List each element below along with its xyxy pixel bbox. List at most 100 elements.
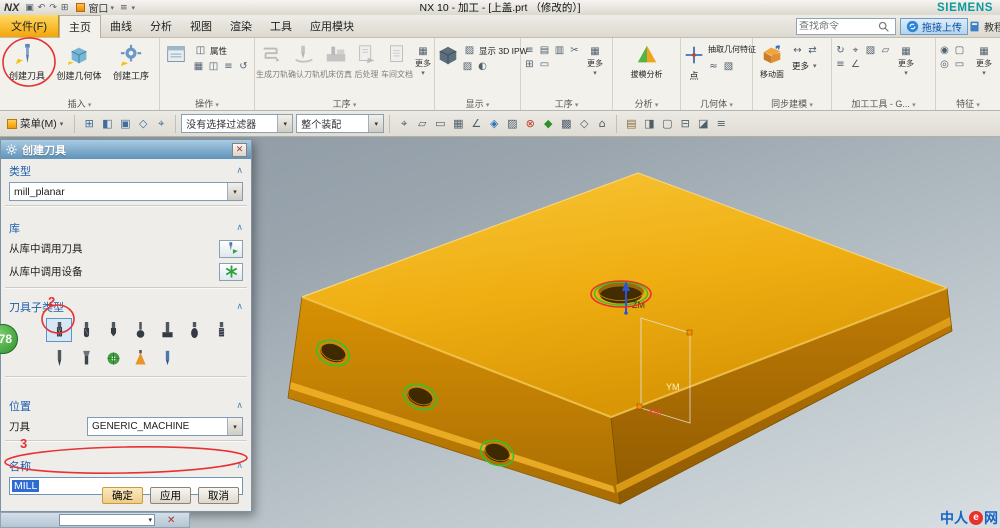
tab-analysis[interactable]: 分析 bbox=[141, 15, 181, 37]
group-label-insert[interactable]: 插入 bbox=[0, 97, 159, 110]
cancel-button[interactable]: 取消 bbox=[198, 487, 239, 504]
hole-icon[interactable]: ◉ bbox=[937, 43, 952, 57]
iso-view-icon[interactable]: ◪ bbox=[694, 115, 712, 133]
levels-icon[interactable]: ≡ bbox=[833, 57, 848, 71]
synchronous-more-button[interactable]: 更多 ▾ bbox=[790, 58, 823, 73]
list-icon[interactable]: ≡ bbox=[522, 43, 537, 57]
half-shade-icon[interactable]: ◨ bbox=[640, 115, 658, 133]
print-icon[interactable]: ⊞ bbox=[61, 3, 69, 13]
angle-snap-icon[interactable]: ∠ bbox=[467, 115, 485, 133]
group-label-analysis[interactable]: 分析 bbox=[613, 97, 680, 110]
create-geometry-button[interactable]: 创建几何体 bbox=[53, 40, 105, 82]
cycle-icon[interactable]: ↻ bbox=[833, 43, 848, 57]
section-type[interactable]: 类型 ∧ bbox=[1, 159, 251, 180]
crosshair-icon[interactable]: ⌖ bbox=[395, 115, 413, 133]
close-icon[interactable]: ✕ bbox=[167, 515, 175, 526]
section-tool-subtype[interactable]: 刀具子类型 ∧ bbox=[1, 295, 251, 316]
shaded-icon[interactable]: ▤ bbox=[622, 115, 640, 133]
collapse-chevron-icon[interactable]: ∧ bbox=[236, 302, 243, 312]
feature-more-button[interactable]: ▦ 更多 bbox=[973, 40, 995, 77]
outline-icon[interactable]: ▢ bbox=[658, 115, 676, 133]
dropdown-arrow[interactable]: ▾ bbox=[368, 115, 384, 132]
contrast-icon[interactable]: ◐ bbox=[475, 59, 490, 73]
section-icon[interactable]: ⊟ bbox=[676, 115, 694, 133]
save-icon[interactable]: ▣ bbox=[25, 3, 34, 13]
wire-view-icon[interactable]: ◇ bbox=[575, 115, 593, 133]
collapse-chevron-icon[interactable]: ∧ bbox=[236, 223, 243, 233]
tool-location-dropdown[interactable]: GENERIC_MACHINE ▾ bbox=[87, 417, 243, 436]
drill-tool-icon[interactable] bbox=[46, 346, 72, 370]
align-icon[interactable]: ∠ bbox=[848, 57, 863, 71]
machining-tools-more-button[interactable]: ▦ 更多 bbox=[895, 40, 917, 77]
tool-holder-icon[interactable] bbox=[73, 346, 99, 370]
create-tool-button[interactable]: 创建刀具 bbox=[1, 40, 53, 82]
pencil-tool-icon[interactable] bbox=[154, 346, 180, 370]
chamfer-mill-icon[interactable] bbox=[100, 318, 126, 342]
mesh-icon[interactable]: ▨ bbox=[503, 115, 521, 133]
transform-icon[interactable]: ⊞ bbox=[522, 57, 537, 71]
window-icon[interactable] bbox=[76, 3, 86, 12]
dropdown-arrow[interactable]: ▾ bbox=[227, 183, 242, 200]
ok-accept-icon[interactable]: ◆ bbox=[539, 115, 557, 133]
type-dropdown[interactable]: mill_planar ▾ bbox=[9, 182, 243, 201]
upload-button[interactable]: 拖接上传 bbox=[900, 18, 968, 35]
tab-home[interactable]: 主页 bbox=[59, 15, 102, 38]
tutorial-button[interactable]: 教程 bbox=[968, 18, 1000, 35]
generate-toolpath-button[interactable]: 生成刀轨 bbox=[256, 40, 288, 80]
pocket-icon[interactable]: ▢ bbox=[952, 43, 967, 57]
arrange-icon[interactable]: ▭ bbox=[537, 57, 552, 71]
dropdown-arrow[interactable]: ▾ bbox=[277, 115, 293, 132]
point-button[interactable]: 点 bbox=[682, 40, 706, 82]
home-view-icon[interactable]: ⌂ bbox=[593, 115, 611, 133]
collapse-chevron-icon[interactable]: ∧ bbox=[236, 461, 243, 471]
fragment-dropdown[interactable]: ▾ bbox=[59, 514, 155, 526]
window-menu[interactable]: 窗口 bbox=[88, 0, 108, 15]
section-library[interactable]: 库 ∧ bbox=[1, 216, 251, 237]
library-device-button[interactable] bbox=[219, 262, 243, 281]
search-icon[interactable] bbox=[877, 20, 890, 33]
slot-icon[interactable]: ▭ bbox=[952, 57, 967, 71]
ipw-display-button[interactable] bbox=[436, 40, 460, 67]
select-face-icon[interactable]: ◧ bbox=[98, 115, 116, 133]
selection-scope-dropdown[interactable]: 整个装配 ▾ bbox=[296, 114, 385, 133]
tab-curve[interactable]: 曲线 bbox=[101, 15, 141, 37]
object-properties-button[interactable] bbox=[161, 40, 191, 67]
boss-icon[interactable]: ◎ bbox=[937, 57, 952, 71]
boundary-icon[interactable]: ▱ bbox=[878, 43, 893, 57]
grinding-wheel-icon[interactable] bbox=[100, 346, 126, 370]
barrel-mill-icon[interactable] bbox=[181, 318, 207, 342]
grid-icon[interactable]: ▦ bbox=[449, 115, 467, 133]
show-3d-ipw-button[interactable]: ▨ 显示 3D IPW bbox=[460, 43, 530, 58]
copy-icon[interactable]: ▤ bbox=[537, 43, 552, 57]
stop-record-icon[interactable]: ⊗ bbox=[521, 115, 539, 133]
layers-icon[interactable]: ≡ bbox=[712, 115, 730, 133]
pattern-icon[interactable]: ▧ bbox=[863, 43, 878, 57]
diamond-icon[interactable]: ◈ bbox=[485, 115, 503, 133]
paste-icon[interactable]: ▥ bbox=[552, 43, 567, 57]
move-face-button[interactable]: 移动面 bbox=[754, 40, 790, 80]
collapse-chevron-icon[interactable]: ∧ bbox=[236, 401, 243, 411]
toolpath-display-icon[interactable]: ▨ bbox=[460, 59, 475, 73]
object-info-icon[interactable]: ≡ bbox=[221, 59, 236, 73]
menu-button[interactable]: 菜单(M) bbox=[3, 114, 69, 133]
customize-menu-icon[interactable]: ≡ bbox=[120, 3, 128, 13]
select-grid-icon[interactable]: ⊞ bbox=[80, 115, 98, 133]
mill-tool-icon[interactable] bbox=[46, 318, 72, 342]
replace-icon[interactable]: ⇄ bbox=[805, 43, 820, 57]
apply-button[interactable]: 应用 bbox=[150, 487, 191, 504]
snap-point-icon[interactable]: ⌖ bbox=[152, 115, 170, 133]
tab-tools[interactable]: 工具 bbox=[261, 15, 301, 37]
group-label-geometry[interactable]: 几何体 bbox=[681, 97, 752, 110]
dialog-titlebar[interactable]: 创建刀具 ✕ bbox=[1, 140, 251, 159]
curve-icon[interactable]: ≈ bbox=[706, 59, 721, 73]
group-label-display[interactable]: 显示 bbox=[435, 97, 520, 110]
tab-render[interactable]: 渲染 bbox=[221, 15, 261, 37]
ball-mill-icon[interactable] bbox=[73, 318, 99, 342]
extract-geometry-button[interactable]: 抽取几何特征 bbox=[706, 43, 758, 58]
shop-doc-button[interactable]: 车间文档 bbox=[381, 40, 413, 80]
group-label-operations-2[interactable]: 工序 bbox=[521, 97, 612, 110]
group-label-synchronous[interactable]: 同步建模 bbox=[753, 97, 831, 110]
operations2-more-button[interactable]: ▦ 更多 bbox=[584, 40, 606, 77]
offset-icon[interactable]: ↔ bbox=[790, 43, 805, 57]
cone-tool-icon[interactable] bbox=[127, 346, 153, 370]
